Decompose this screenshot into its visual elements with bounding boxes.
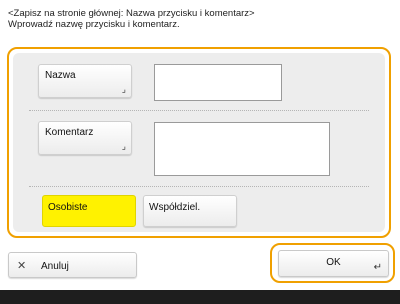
- input-panel: Nazwa ⌟ Komentarz ⌟ Osobiste Współdziel.: [7, 47, 391, 238]
- footer-bar: [0, 290, 400, 304]
- header-instruction: Wprowadź nazwę przycisku i komentarz.: [8, 19, 180, 30]
- separator: [29, 186, 369, 187]
- instruction-header: <Zapisz na stronie głównej: Nazwa przyci…: [8, 8, 392, 30]
- return-corner-icon: ↵: [373, 262, 382, 273]
- input-panel-inner: Nazwa ⌟ Komentarz ⌟ Osobiste Współdziel.: [13, 53, 385, 232]
- ok-button-label: OK: [326, 257, 341, 268]
- header-title: <Zapisz na stronie głównej: Nazwa przyci…: [8, 8, 255, 19]
- name-input[interactable]: [154, 64, 282, 101]
- personal-toggle-label: Osobiste: [48, 202, 88, 213]
- comment-button[interactable]: Komentarz ⌟: [38, 121, 132, 155]
- comment-input[interactable]: [154, 122, 330, 176]
- personal-toggle[interactable]: Osobiste: [42, 195, 136, 227]
- corner-arrow-icon: ⌟: [121, 84, 126, 94]
- shared-toggle-label: Współdziel.: [149, 202, 201, 213]
- cancel-button[interactable]: ✕ Anuluj: [8, 252, 137, 278]
- x-icon: ✕: [17, 260, 27, 272]
- name-button-label: Nazwa: [45, 70, 76, 81]
- separator: [29, 110, 369, 111]
- ok-button[interactable]: OK ↵: [278, 250, 389, 277]
- name-button[interactable]: Nazwa ⌟: [38, 64, 132, 98]
- cancel-button-label: Anuluj: [41, 261, 69, 272]
- comment-button-label: Komentarz: [45, 127, 94, 138]
- corner-arrow-icon: ⌟: [121, 141, 126, 151]
- shared-toggle[interactable]: Współdziel.: [143, 195, 237, 227]
